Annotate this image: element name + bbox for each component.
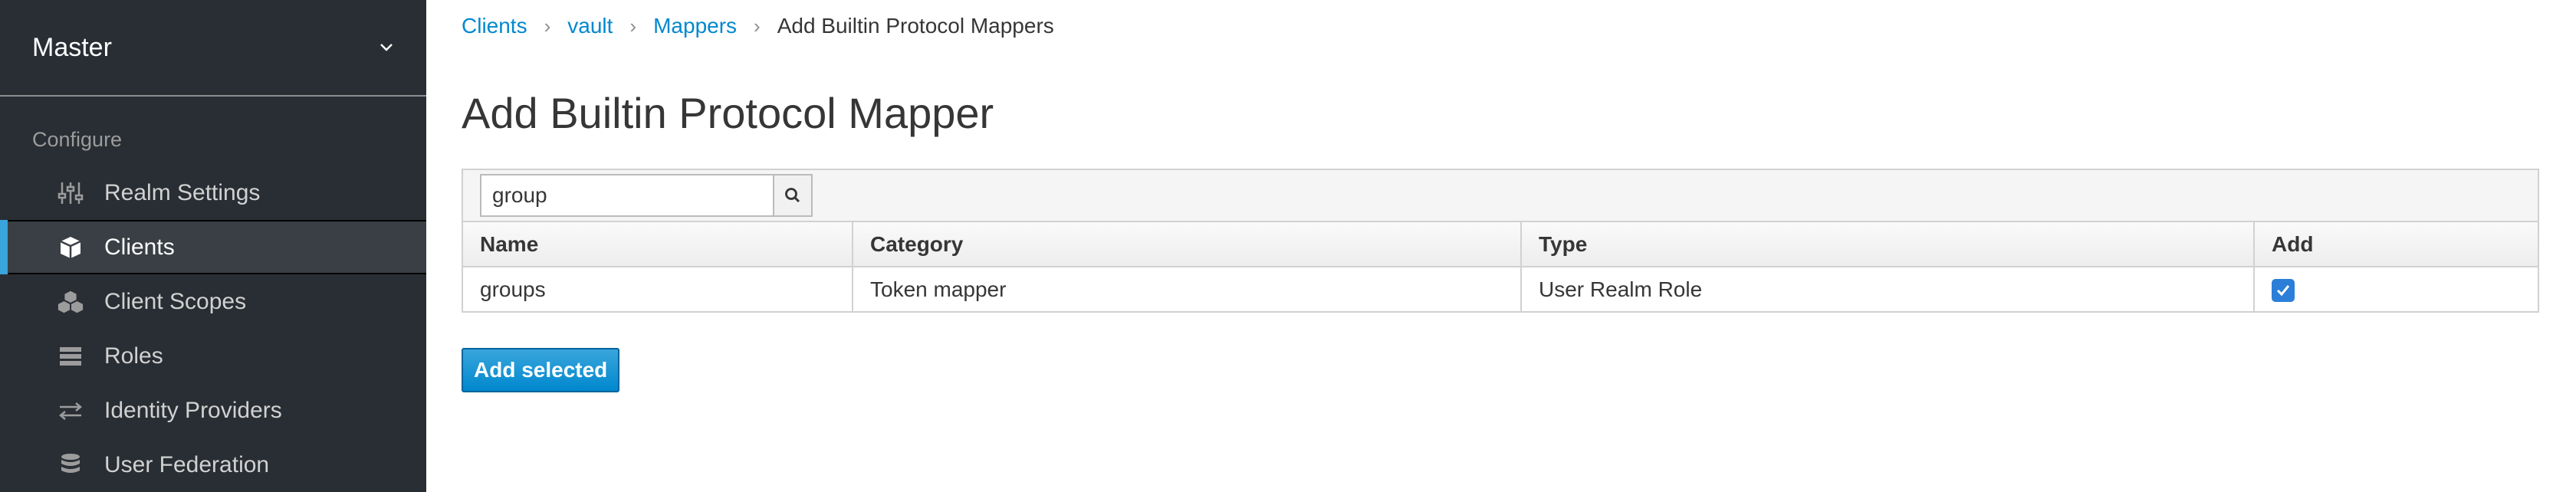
mappers-table-container: Name Category Type Add groups Token mapp… [462, 169, 2539, 313]
cell-add [2254, 267, 2538, 311]
column-header-category: Category [853, 222, 1522, 267]
sidebar-item-label: Clients [104, 234, 175, 260]
sidebar-item-identity-providers[interactable]: Identity Providers [0, 383, 426, 438]
sidebar: Master Configure Realm Settings Clients … [0, 0, 426, 492]
sidebar-item-roles[interactable]: Roles [0, 329, 426, 383]
breadcrumb-mappers[interactable]: Mappers [653, 14, 737, 38]
breadcrumb-clients[interactable]: Clients [462, 14, 527, 38]
column-header-name: Name [463, 222, 853, 267]
search-box [480, 174, 813, 217]
chevron-right-icon: › [544, 14, 551, 38]
realm-selector[interactable]: Master [0, 0, 426, 97]
table-header-row: Name Category Type Add [463, 222, 2538, 267]
sidebar-item-label: Roles [104, 343, 163, 369]
sidebar-item-label: Realm Settings [104, 179, 261, 205]
search-button[interactable] [773, 174, 813, 217]
cubes-icon [57, 288, 84, 316]
breadcrumb-vault[interactable]: vault [567, 14, 613, 38]
cell-category: Token mapper [853, 267, 1522, 311]
realm-name: Master [32, 32, 112, 62]
sidebar-item-clients[interactable]: Clients [0, 220, 426, 274]
checkmark-icon [2276, 284, 2290, 297]
mappers-table: Name Category Type Add groups Token mapp… [463, 222, 2538, 311]
sliders-icon [57, 179, 84, 207]
table-row: groups Token mapper User Realm Role [463, 267, 2538, 311]
sidebar-item-user-federation[interactable]: User Federation [0, 438, 426, 492]
cell-name: groups [463, 267, 853, 311]
search-icon [785, 188, 800, 203]
table-toolbar [463, 170, 2538, 222]
sidebar-item-client-scopes[interactable]: Client Scopes [0, 274, 426, 329]
sidebar-item-realm-settings[interactable]: Realm Settings [0, 166, 426, 220]
main-content: Clients › vault › Mappers › Add Builtin … [426, 0, 2576, 492]
sidebar-item-label: User Federation [104, 451, 270, 477]
sidebar-item-label: Client Scopes [104, 288, 247, 314]
chevron-right-icon: › [754, 14, 761, 38]
add-checkbox[interactable] [2272, 278, 2295, 302]
sidebar-nav: Realm Settings Clients Client Scopes Rol… [0, 166, 426, 492]
column-header-type: Type [1521, 222, 2255, 267]
breadcrumb-current: Add Builtin Protocol Mappers [777, 14, 1054, 38]
page-title: Add Builtin Protocol Mapper [462, 89, 994, 137]
exchange-icon [57, 397, 84, 425]
database-icon [57, 451, 84, 479]
cube-icon [57, 234, 84, 261]
cell-type: User Realm Role [1521, 267, 2255, 311]
add-selected-button[interactable]: Add selected [462, 348, 620, 392]
chevron-right-icon: › [629, 14, 637, 38]
list-icon [57, 343, 84, 370]
search-input[interactable] [480, 174, 773, 217]
breadcrumb: Clients › vault › Mappers › Add Builtin … [462, 11, 1054, 41]
sidebar-item-label: Identity Providers [104, 397, 282, 423]
column-header-add: Add [2254, 222, 2538, 267]
chevron-down-icon [380, 44, 393, 51]
section-label-configure: Configure [32, 128, 123, 151]
